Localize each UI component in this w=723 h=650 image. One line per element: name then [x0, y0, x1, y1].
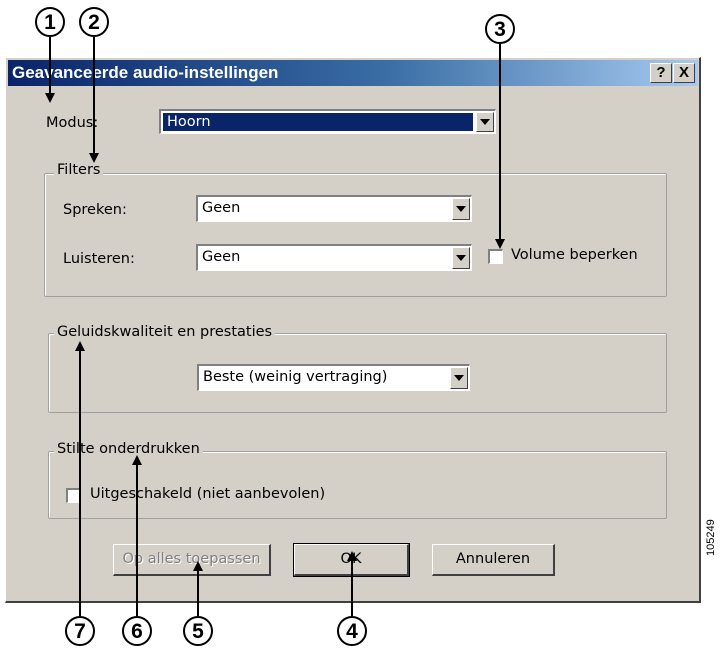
mode-value: Hoorn	[163, 113, 473, 131]
cancel-button[interactable]: Annuleren	[432, 544, 555, 576]
volume-limit-checkbox[interactable]	[488, 249, 503, 264]
cancel-label: Annuleren	[455, 551, 531, 567]
filters-group	[44, 173, 667, 297]
audio-settings-dialog: Geavanceerde audio-instellingen ? X Modu…	[5, 57, 701, 603]
listen-select[interactable]: Geen	[196, 244, 472, 271]
apply-all-button[interactable]: Op alles toepassen	[113, 544, 271, 576]
quality-select[interactable]: Beste (weinig vertraging)	[197, 364, 470, 391]
speak-label: Spreken:	[63, 202, 127, 218]
silence-group-label: Stilte onderdrukken	[54, 441, 203, 457]
callout-6: 6	[122, 616, 152, 646]
callout-2: 2	[79, 7, 109, 37]
silence-group	[48, 451, 667, 519]
chevron-down-icon[interactable]	[476, 112, 494, 132]
listen-label: Luisteren:	[63, 251, 135, 267]
callout-7: 7	[65, 616, 95, 646]
silence-disabled-label[interactable]: Uitgeschakeld (niet aanbevolen)	[90, 486, 325, 502]
filters-group-label: Filters	[54, 162, 104, 178]
chevron-down-icon[interactable]	[452, 198, 470, 220]
apply-all-label: Op alles toepassen	[122, 551, 261, 567]
callout-4: 4	[337, 616, 367, 646]
mode-label: Modus:	[46, 115, 99, 131]
callout-5: 5	[183, 616, 213, 646]
close-button[interactable]: X	[673, 63, 695, 83]
listen-value: Geen	[202, 249, 241, 265]
title-bar[interactable]: Geavanceerde audio-instellingen ? X	[8, 60, 698, 86]
mode-select[interactable]: Hoorn	[159, 109, 496, 134]
figure-id: 105249	[705, 519, 717, 556]
callout-1: 1	[35, 7, 65, 37]
speak-value: Geen	[202, 200, 241, 216]
ok-label: OK	[340, 551, 362, 567]
callout-3: 3	[485, 14, 515, 44]
dialog-title: Geavanceerde audio-instellingen	[12, 63, 279, 82]
silence-disabled-checkbox[interactable]	[66, 488, 81, 503]
ok-button[interactable]: OK	[293, 543, 410, 577]
help-button[interactable]: ?	[650, 63, 672, 83]
chevron-down-icon[interactable]	[450, 367, 468, 389]
speak-select[interactable]: Geen	[196, 195, 472, 222]
volume-limit-label[interactable]: Volume beperken	[511, 247, 638, 263]
chevron-down-icon[interactable]	[452, 247, 470, 269]
quality-group-label: Geluidskwaliteit en prestaties	[54, 324, 276, 340]
quality-value: Beste (weinig vertraging)	[203, 369, 388, 385]
